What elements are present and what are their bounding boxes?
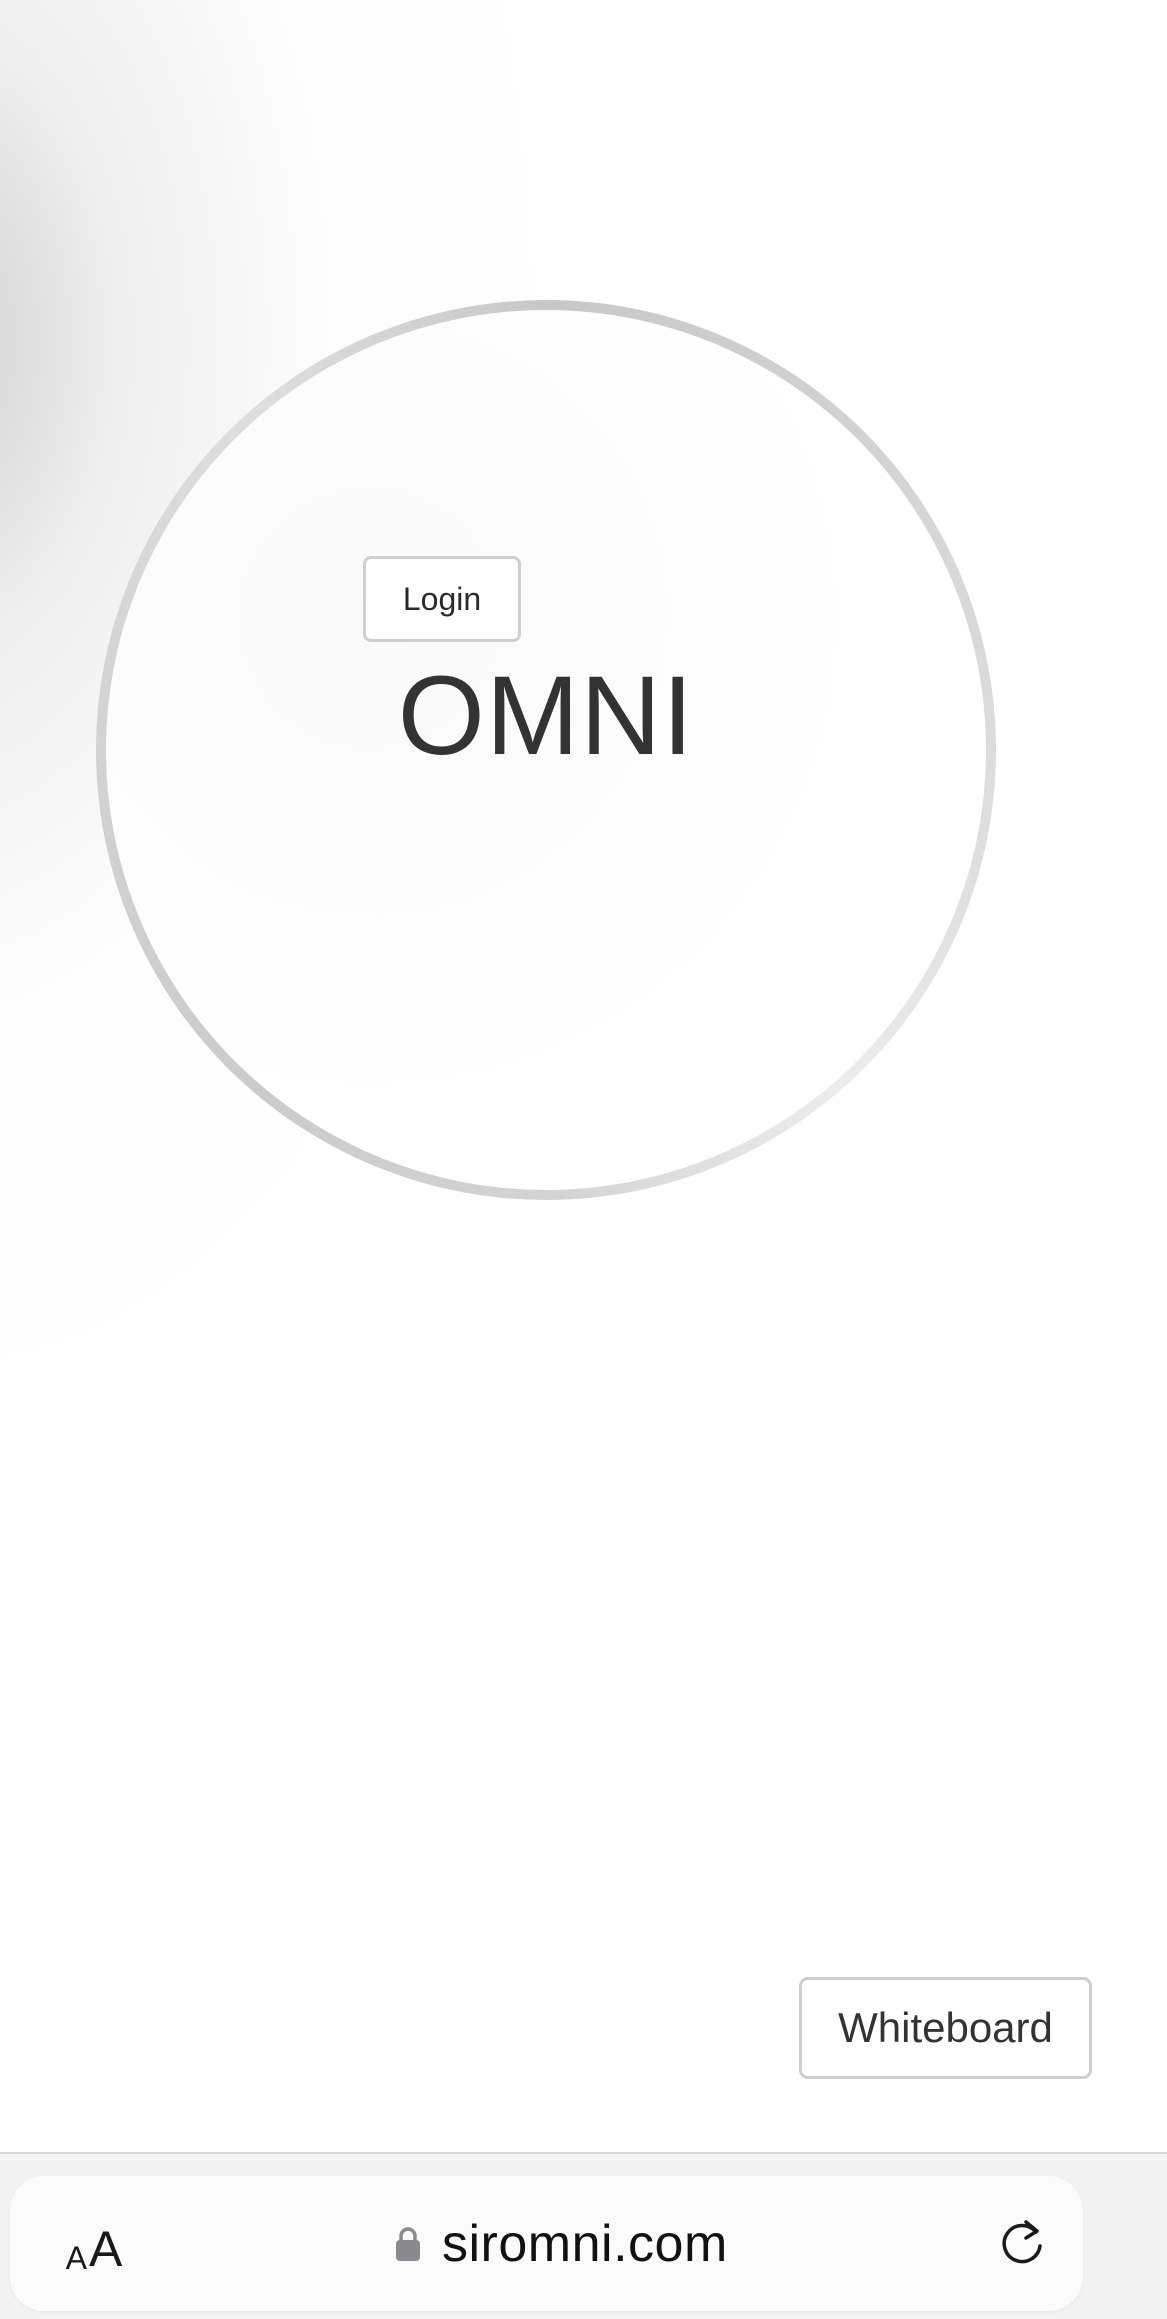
text-size-large-glyph: A [88,2221,123,2277]
whiteboard-button[interactable]: Whiteboard [799,1977,1092,2079]
text-size-small-glyph: A [65,2240,87,2276]
hero-circle-inner: OMNI [106,310,986,1190]
address-bar[interactable]: A A siromni.com [10,2176,1083,2311]
url-field[interactable]: siromni.com [394,2206,728,2281]
lock-icon [394,2225,422,2263]
url-text: siromni.com [442,2214,728,2273]
text-size-button[interactable]: A A [54,2214,134,2274]
brand-title: OMNI [397,653,695,778]
web-viewport: OMNI Login Whiteboard [0,0,1167,2152]
login-button[interactable]: Login [363,556,521,642]
page: OMNI Login Whiteboard A A siromni.com [0,0,1167,2319]
browser-toolbar: A A siromni.com [0,2152,1167,2319]
reload-button[interactable] [992,2214,1052,2274]
hero-circle: OMNI [96,300,996,1200]
reload-icon [996,2216,1048,2273]
